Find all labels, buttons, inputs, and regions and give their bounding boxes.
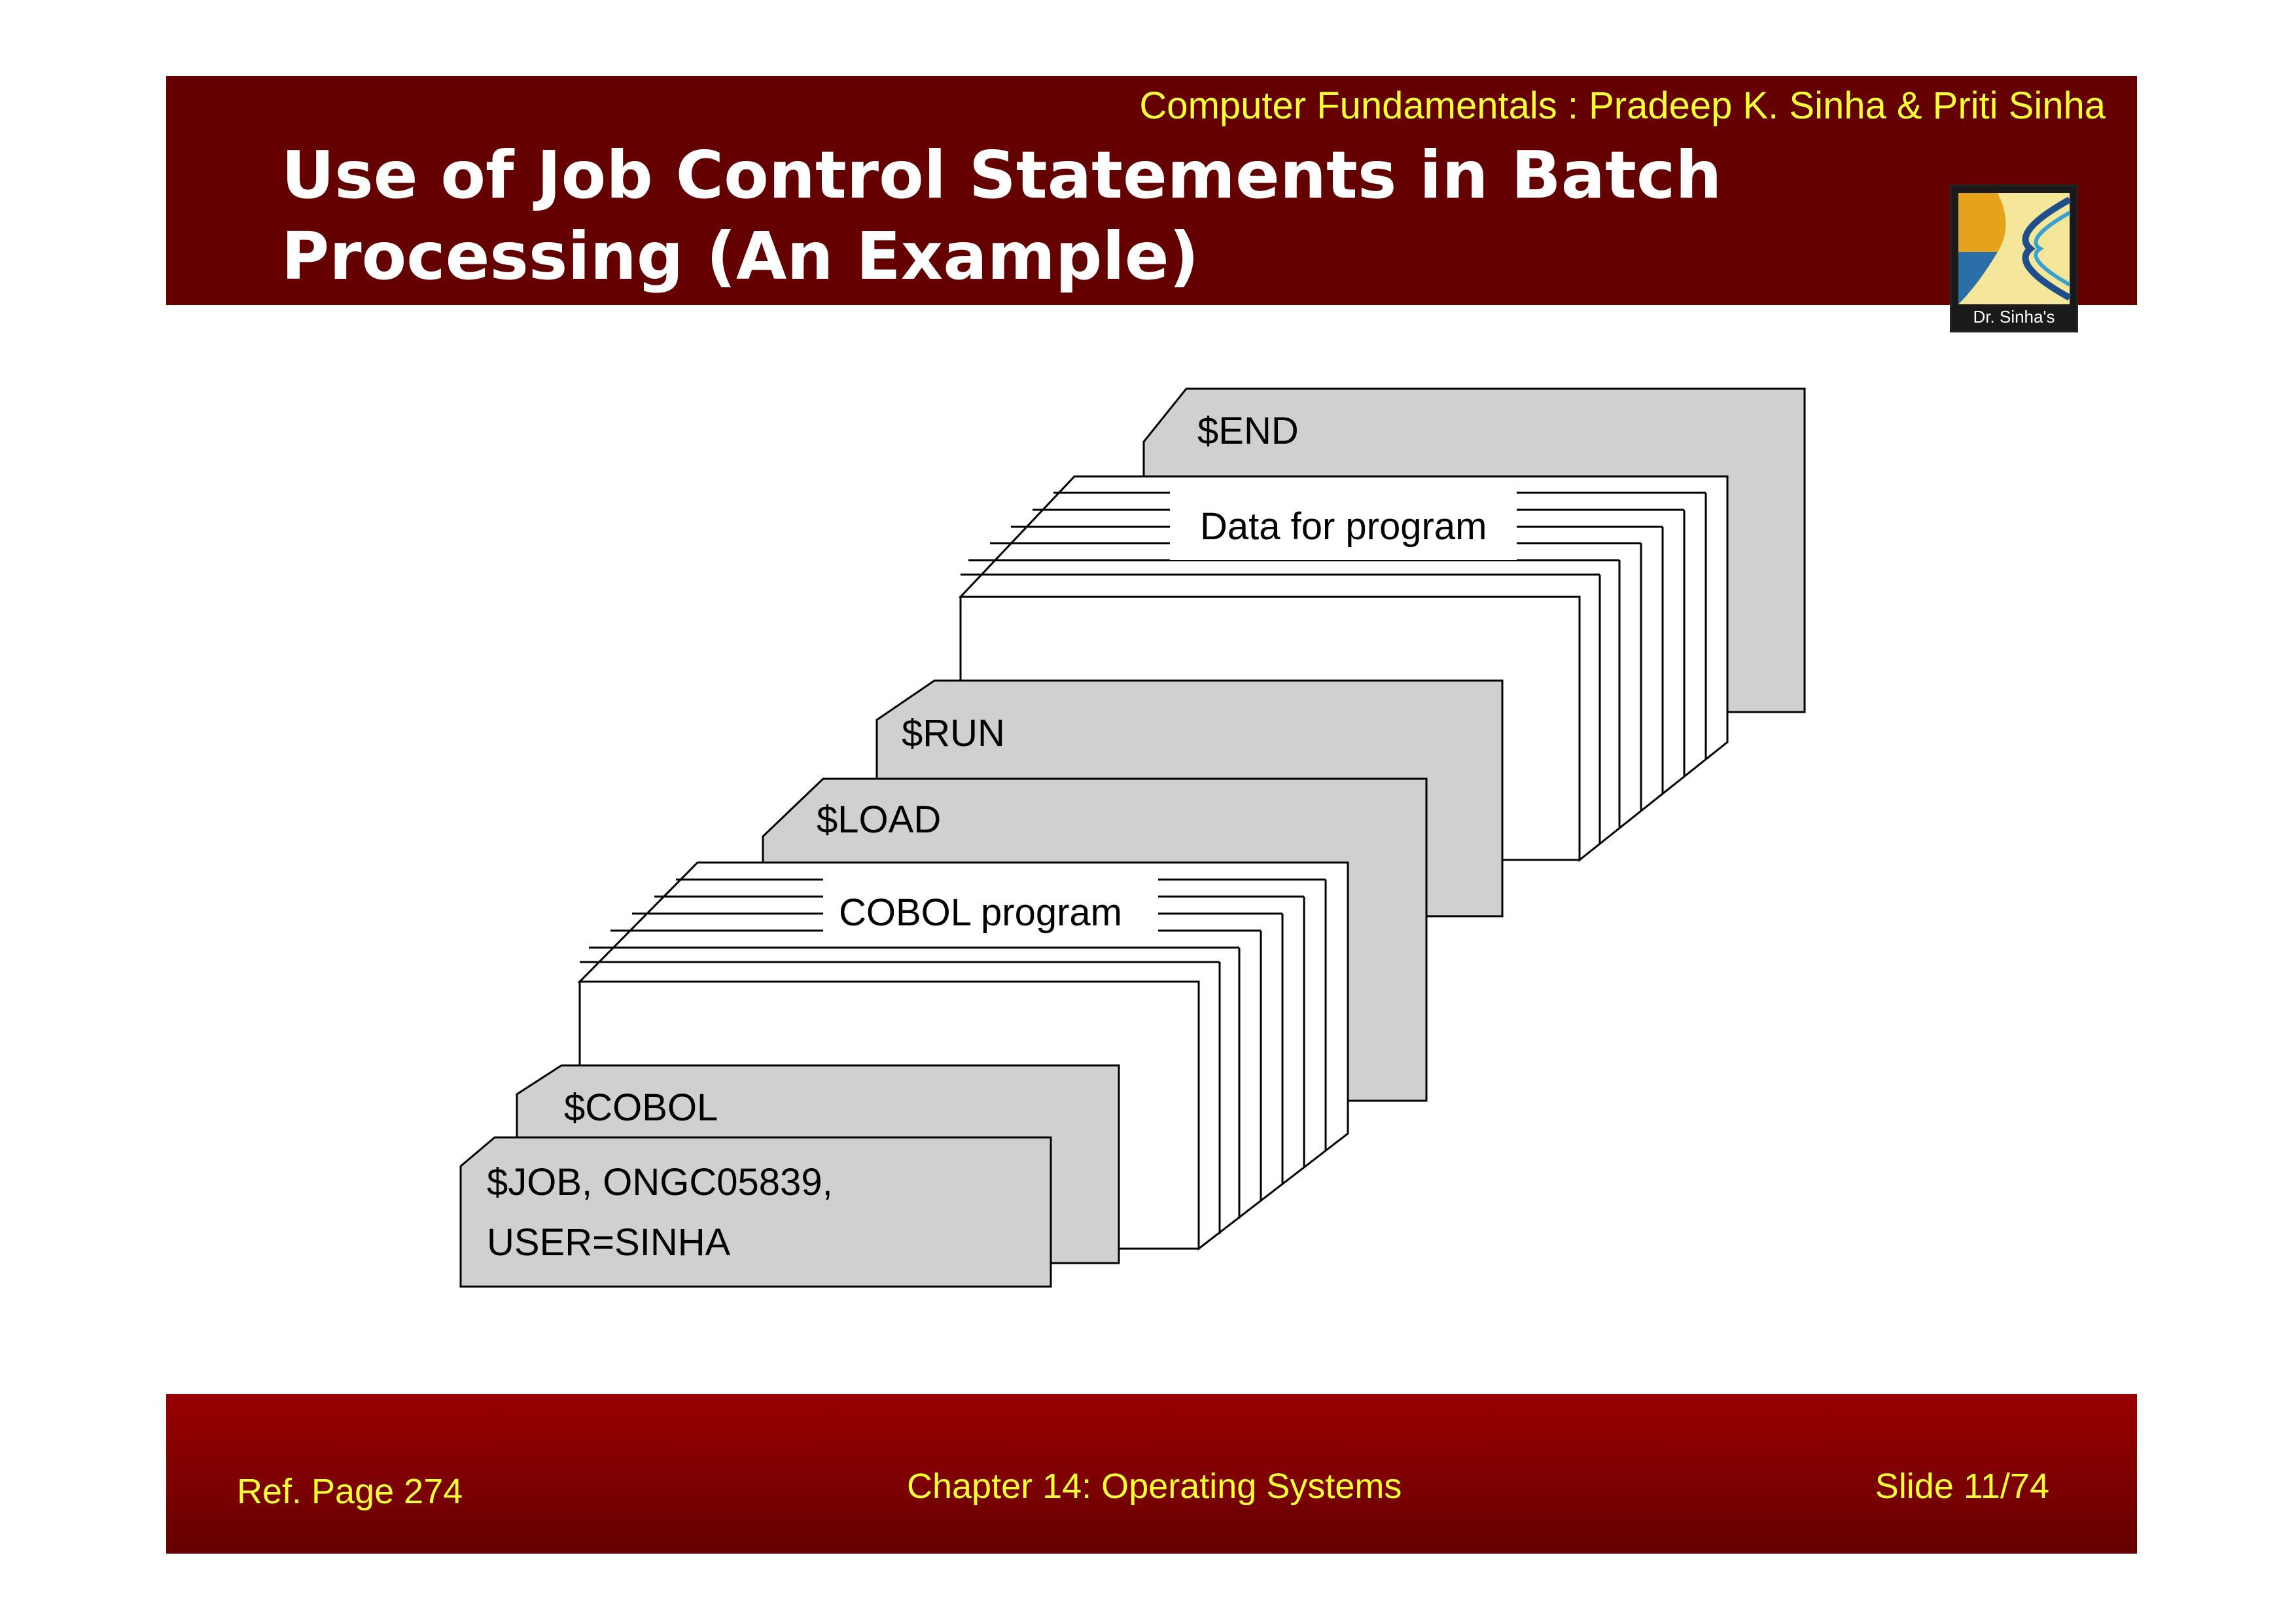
slide-number: Slide 11/74 xyxy=(1875,1467,2049,1506)
cobol-deck-label: COBOL program xyxy=(839,891,1122,934)
load-card-label: $LOAD xyxy=(817,798,941,841)
job-card-line2: USER=SINHA xyxy=(487,1221,731,1264)
footer-band: Ref. Page 274 Chapter 14: Operating Syst… xyxy=(166,1394,2137,1554)
job-deck-diagram: $END Data for program $RUN $LOAD COBOL p… xyxy=(459,387,1806,1288)
job-card xyxy=(459,1136,1052,1288)
cobol-card-label: $COBOL xyxy=(564,1086,718,1129)
ref-page: Ref. Page 274 xyxy=(237,1472,463,1511)
data-deck-label: Data for program xyxy=(1200,505,1487,548)
run-card-label: $RUN xyxy=(902,712,1005,755)
chapter-label: Chapter 14: Operating Systems xyxy=(907,1467,1402,1506)
end-card-label: $END xyxy=(1197,410,1299,452)
job-card-line1: $JOB, ONGC05839, xyxy=(487,1161,833,1204)
